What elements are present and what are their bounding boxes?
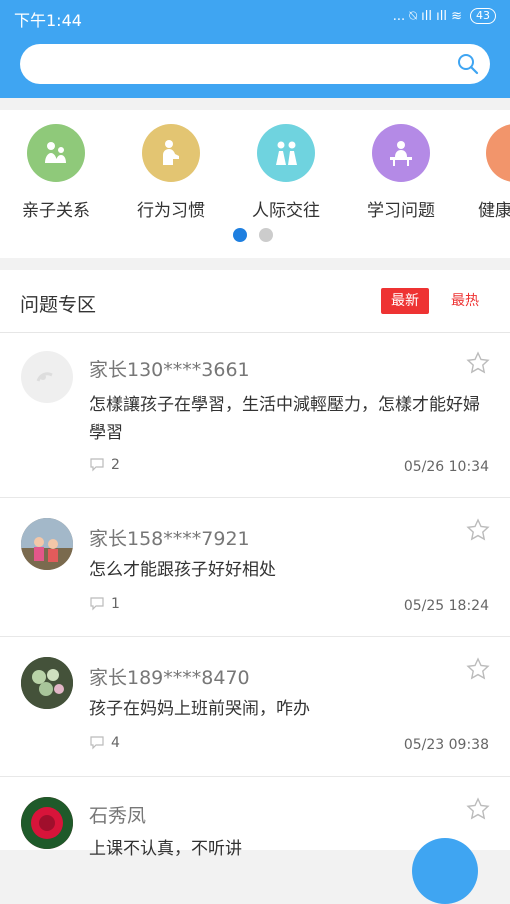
- star-icon[interactable]: [466, 657, 490, 681]
- category-label: 学习问题: [367, 201, 435, 221]
- status-icons: ... ⍉ ıll ıll ≋ 43: [393, 8, 496, 24]
- post-username: 家长189****8470: [89, 667, 250, 689]
- star-icon[interactable]: [466, 518, 490, 542]
- avatar: [21, 657, 73, 709]
- section-title: 问题专区: [20, 294, 97, 316]
- question-section: 问题专区 最新 最热 家长130****3661 怎樣讓孩子在學習，生活中減輕壓…: [0, 270, 510, 859]
- list-item[interactable]: 家长130****3661 怎樣讓孩子在學習，生活中減輕壓力，怎樣才能好婦學習 …: [0, 333, 510, 498]
- search-bar[interactable]: [20, 44, 490, 84]
- post-username: 家长130****3661: [89, 359, 250, 381]
- post-date: 05/26 10:34: [403, 459, 489, 475]
- top-bar: 下午1:44 ... ⍉ ıll ıll ≋ 43: [0, 0, 510, 98]
- post-text: 怎么才能跟孩子好好相处: [89, 560, 276, 580]
- study-desk-icon: [372, 124, 430, 182]
- list-item[interactable]: 家长189****8470 孩子在妈妈上班前哭闹，咋办 4 05/23 09:3…: [0, 637, 510, 777]
- category-behavior[interactable]: 行为习惯: [121, 124, 221, 221]
- post-date: 05/23 09:38: [403, 737, 489, 753]
- category-study[interactable]: 学习问题: [351, 124, 451, 221]
- avatar: [21, 351, 73, 403]
- health-icon: [486, 124, 510, 182]
- tab-hottest[interactable]: 最热: [440, 288, 490, 314]
- comment-icon: [90, 736, 104, 750]
- star-icon[interactable]: [466, 351, 490, 375]
- category-parent-child[interactable]: 亲子关系: [6, 124, 106, 221]
- post-username: 石秀凤: [89, 805, 147, 827]
- floating-action-button[interactable]: [412, 838, 478, 904]
- category-label: 健康: [478, 201, 510, 221]
- comment-number: 4: [111, 735, 120, 751]
- comment-icon: [90, 597, 104, 611]
- star-icon[interactable]: [466, 797, 490, 821]
- category-health[interactable]: 健康: [466, 124, 510, 221]
- list-item[interactable]: 家长158****7921 怎么才能跟孩子好好相处 1 05/25 18:24: [0, 498, 510, 637]
- search-icon[interactable]: [456, 52, 480, 76]
- reading-icon: [142, 124, 200, 182]
- pager-dot-active[interactable]: [233, 228, 247, 242]
- parent-child-icon: [27, 124, 85, 182]
- pager-dot[interactable]: [259, 228, 273, 242]
- comment-icon: [90, 458, 104, 472]
- people-icon: [257, 124, 315, 182]
- post-date: 05/25 18:24: [403, 598, 489, 614]
- section-header: 问题专区 最新 最热: [0, 270, 510, 333]
- category-carousel[interactable]: 亲子关系 行为习惯 人际交往 学习问题 健康: [0, 110, 510, 258]
- signal-wifi-icons: ... ⍉ ıll ıll ≋: [392, 8, 462, 24]
- status-time: 下午1:44: [14, 11, 82, 30]
- comment-number: 1: [111, 596, 120, 612]
- avatar: [21, 518, 73, 570]
- battery-icon: 43: [470, 8, 496, 24]
- comment-count[interactable]: 2: [89, 457, 120, 473]
- search-input[interactable]: [40, 52, 444, 78]
- category-label: 行为习惯: [137, 201, 205, 221]
- status-bar: 下午1:44 ... ⍉ ıll ıll ≋ 43: [0, 0, 510, 34]
- post-username: 家长158****7921: [89, 528, 250, 550]
- post-text: 孩子在妈妈上班前哭闹，咋办: [89, 699, 310, 719]
- category-label: 亲子关系: [22, 201, 90, 221]
- category-label: 人际交往: [252, 201, 320, 221]
- comment-count[interactable]: 4: [89, 735, 120, 751]
- category-social[interactable]: 人际交往: [236, 124, 336, 221]
- comment-count[interactable]: 1: [89, 596, 120, 612]
- avatar: [21, 797, 73, 849]
- comment-number: 2: [111, 457, 120, 473]
- tab-newest[interactable]: 最新: [381, 288, 429, 314]
- carousel-pager: [233, 228, 273, 242]
- post-text: 怎樣讓孩子在學習，生活中減輕壓力，怎樣才能好婦學習: [89, 395, 480, 443]
